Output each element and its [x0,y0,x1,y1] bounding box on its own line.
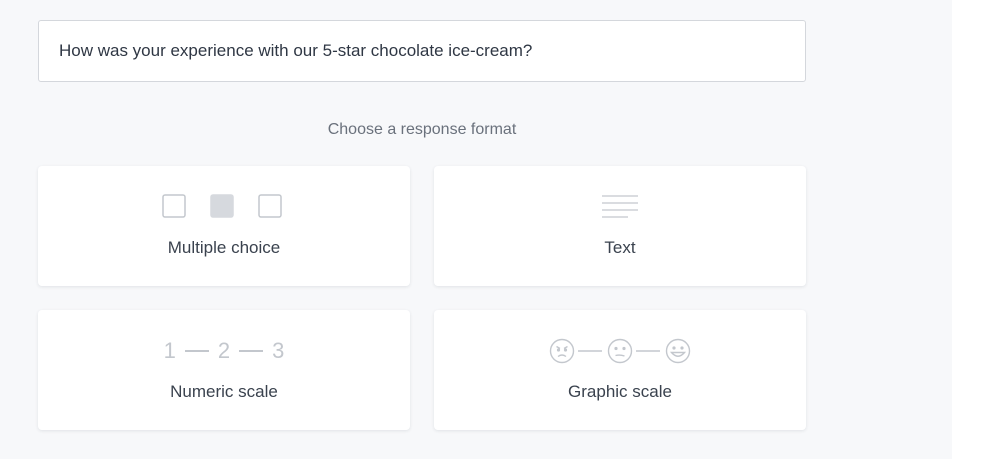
angry-face-icon [549,338,575,364]
scale-dash [184,350,209,353]
format-card-text[interactable]: Text [434,166,806,286]
happy-face-icon [665,338,691,364]
response-format-panel: How was your experience with our 5-star … [0,0,952,459]
checkbox-choices-icon [38,194,410,220]
scale-number-3: 3 [272,338,285,363]
neutral-face-icon [607,338,633,364]
scale-number-2: 2 [217,338,231,363]
emoji-scale-icon [434,338,806,364]
format-card-graphic-scale[interactable]: Graphic scale [434,310,806,430]
format-label-multiple-choice: Multiple choice [167,238,281,257]
format-label-text: Text [604,238,636,257]
scale-number-1: 1 [163,338,176,363]
format-card-multiple-choice[interactable]: Multiple choice [38,166,410,286]
question-input[interactable]: How was your experience with our 5-star … [38,20,806,82]
question-text: How was your experience with our 5-star … [59,41,533,60]
format-label-numeric-scale: Numeric scale [170,382,278,401]
text-lines-icon [434,194,806,220]
response-format-prompt: Choose a response format [327,121,517,138]
format-card-numeric-scale[interactable]: 1 2 3 Numeric scale [38,310,410,430]
scale-dash [239,350,264,353]
numeric-scale-icon: 1 2 3 [38,338,410,364]
format-label-graphic-scale: Graphic scale [568,382,672,401]
